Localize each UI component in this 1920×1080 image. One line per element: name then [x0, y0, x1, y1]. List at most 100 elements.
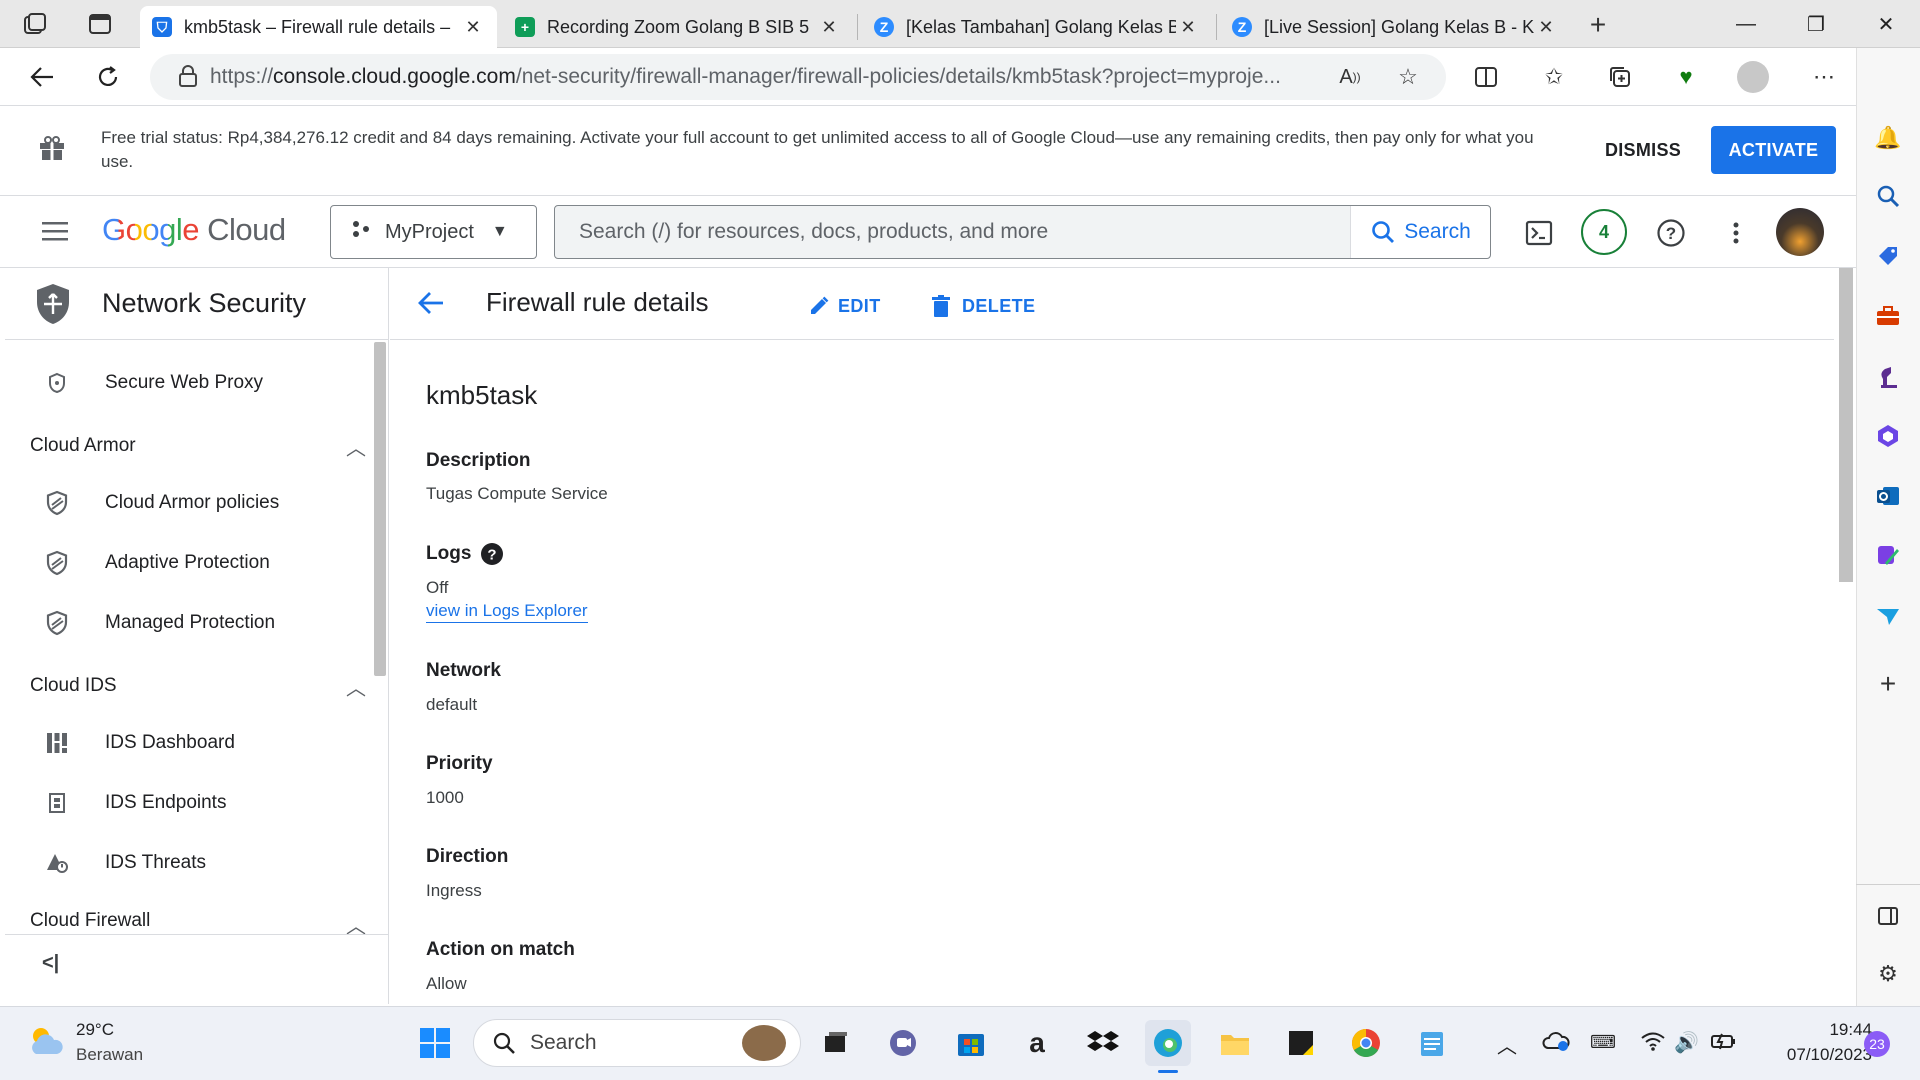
split-screen-icon[interactable] [1468, 60, 1504, 94]
sidebar-item-secure-web-proxy[interactable]: Secure Web Proxy [5, 358, 375, 408]
sidebar-item-ids-endpoints[interactable]: IDS Endpoints [5, 778, 375, 828]
browser-tab-live-session[interactable]: Z [Live Session] Golang Kelas B - Ka ✕ [1220, 6, 1570, 48]
outlook-icon[interactable] [1868, 476, 1908, 516]
delete-button[interactable]: DELETE [930, 288, 1035, 324]
sidebar-group-cloud-firewall[interactable]: Cloud Firewall ︿ [30, 910, 370, 934]
url-bar[interactable]: https://console.cloud.google.com/net-sec… [150, 54, 1446, 100]
main-scrollbar[interactable] [1839, 268, 1853, 582]
search-icon [1372, 221, 1395, 243]
close-tab-icon[interactable]: ✕ [1534, 17, 1558, 38]
browser-tab-recording[interactable]: + Recording Zoom Golang B SIB 5 ✕ [503, 6, 853, 48]
google-cloud-logo[interactable]: Google Cloud [102, 212, 286, 248]
sidebar-item-cloud-armor-policies[interactable]: Cloud Armor policies [5, 478, 375, 528]
collections-icon[interactable] [1602, 60, 1638, 94]
hamburger-menu-icon[interactable] [40, 218, 74, 248]
sticky-notes-icon[interactable] [1278, 1020, 1324, 1066]
favorites-icon[interactable]: ✩ [1536, 60, 1572, 94]
user-avatar[interactable] [1776, 208, 1824, 256]
notepad-icon[interactable] [1409, 1020, 1455, 1066]
tab-actions-icon[interactable] [88, 12, 118, 38]
favorite-star-icon[interactable]: ☆ [1390, 60, 1426, 94]
console-search[interactable]: Search (/) for resources, docs, products… [554, 205, 1491, 259]
search-icon[interactable] [1868, 176, 1908, 216]
notifications-badge[interactable]: 4 [1581, 209, 1627, 255]
add-sidebar-app-icon[interactable]: + [1868, 664, 1908, 704]
help-icon[interactable]: ? [1648, 210, 1694, 256]
close-window-icon[interactable]: ✕ [1866, 6, 1906, 42]
close-tab-icon[interactable]: ✕ [1176, 17, 1200, 38]
edit-button[interactable]: EDIT [808, 288, 881, 324]
action-on-match-label: Action on match [426, 939, 575, 960]
keyboard-icon[interactable]: ⌨ [1590, 1032, 1616, 1053]
bell-icon[interactable]: 🔔 [1868, 118, 1908, 158]
lock-icon[interactable] [178, 64, 200, 90]
help-circle-icon[interactable]: ? [480, 542, 504, 566]
wifi-icon[interactable] [1640, 1030, 1666, 1054]
restore-window-icon[interactable]: ❐ [1796, 6, 1836, 42]
show-hidden-icons-icon[interactable]: ︿ [1497, 1030, 1517, 1059]
back-icon[interactable] [24, 60, 60, 94]
microsoft-store-icon[interactable] [948, 1020, 994, 1066]
browser-tab-firewall[interactable]: ⛉ kmb5task – Firewall rule details – ✕ [140, 6, 497, 48]
sidebar-item-adaptive-protection[interactable]: Adaptive Protection [5, 538, 375, 588]
close-tab-icon[interactable]: ✕ [817, 17, 841, 38]
weather-cloud-icon[interactable] [26, 1022, 66, 1062]
sidebar-item-ids-threats[interactable]: IDS Threats [5, 838, 375, 888]
sidebar-item-ids-dashboard[interactable]: IDS Dashboard [5, 718, 375, 768]
browser-essentials-icon[interactable]: ♥ [1668, 60, 1704, 94]
amazon-icon[interactable]: a [1014, 1020, 1060, 1066]
browser-tab-kelas-tambahan[interactable]: Z [Kelas Tambahan] Golang Kelas B ✕ [862, 6, 1212, 48]
teams-chat-icon[interactable] [880, 1020, 926, 1066]
dropbox-icon[interactable] [1080, 1020, 1126, 1066]
cloud-shell-icon[interactable] [1516, 210, 1562, 256]
description-value: Tugas Compute Service [426, 484, 608, 503]
back-arrow-icon[interactable] [416, 288, 452, 322]
read-aloud-icon[interactable]: A)) [1332, 60, 1368, 94]
collapse-sidebar-button[interactable]: <| [42, 952, 59, 975]
hide-sidebar-icon[interactable] [1868, 896, 1908, 936]
chrome-icon[interactable] [1343, 1020, 1389, 1066]
sidebar-group-cloud-ids[interactable]: Cloud IDS ︿ [30, 666, 370, 706]
windows-start-icon[interactable] [412, 1020, 458, 1066]
weather-temperature[interactable]: 29°C [76, 1020, 114, 1040]
new-tab-icon[interactable]: + [1578, 8, 1618, 42]
clock-time[interactable]: 19:44 [1772, 1020, 1872, 1040]
task-view-icon[interactable] [812, 1020, 858, 1066]
dismiss-button[interactable]: DISMISS [1584, 128, 1702, 172]
tools-icon[interactable] [1868, 296, 1908, 336]
direction-value: Ingress [426, 881, 482, 900]
workspaces-icon[interactable] [22, 12, 52, 38]
view-in-logs-explorer-link[interactable]: view in Logs Explorer [426, 601, 588, 623]
search-button[interactable]: Search [1350, 206, 1490, 258]
edge-browser-icon[interactable] [1145, 1020, 1191, 1066]
activate-button[interactable]: ACTIVATE [1711, 126, 1836, 174]
minimize-window-icon[interactable]: — [1726, 6, 1766, 42]
notification-count-badge[interactable]: 23 [1864, 1031, 1890, 1057]
sidebar-group-cloud-armor[interactable]: Cloud Armor ︿ [30, 426, 370, 466]
shopping-tag-icon[interactable] [1868, 236, 1908, 276]
chevron-up-icon: ︿ [346, 916, 366, 934]
file-explorer-icon[interactable] [1212, 1020, 1258, 1066]
taskbar-search[interactable]: Search [473, 1019, 801, 1067]
url-path: /net-security/firewall-manager/firewall-… [515, 65, 1281, 88]
send-icon[interactable] [1868, 596, 1908, 636]
svg-text:?: ? [1666, 224, 1676, 243]
refresh-icon[interactable] [90, 60, 126, 94]
close-tab-icon[interactable]: ✕ [461, 17, 485, 38]
battery-icon[interactable] [1710, 1030, 1738, 1054]
volume-icon[interactable]: 🔊 [1674, 1030, 1699, 1055]
sidebar-scrollbar[interactable] [374, 342, 386, 676]
more-options-icon[interactable]: ⋯ [1806, 60, 1842, 94]
clock-date[interactable]: 07/10/2023 [1760, 1045, 1872, 1065]
profile-avatar[interactable] [1737, 61, 1769, 93]
more-vert-icon[interactable] [1713, 210, 1759, 256]
sidebar-item-managed-protection[interactable]: Managed Protection [5, 598, 375, 648]
project-selector[interactable]: MyProject ▼ [330, 205, 537, 259]
settings-gear-icon[interactable]: ⚙ [1868, 954, 1908, 994]
search-input[interactable]: Search (/) for resources, docs, products… [555, 220, 1350, 244]
onedrive-icon[interactable] [1542, 1030, 1570, 1056]
games-icon[interactable] [1868, 356, 1908, 396]
weather-description[interactable]: Berawan [76, 1045, 143, 1065]
designer-icon[interactable] [1868, 536, 1908, 576]
microsoft-365-icon[interactable] [1868, 416, 1908, 456]
